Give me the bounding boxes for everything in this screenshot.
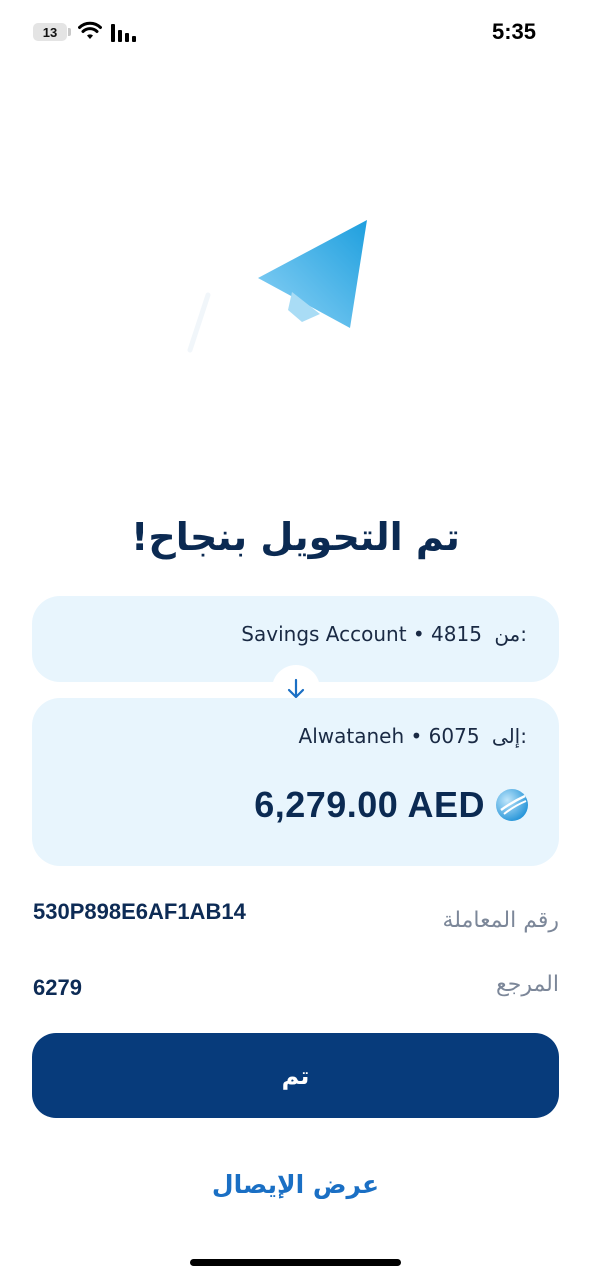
from-row: Savings Account • 4815 من: [241, 622, 527, 646]
from-label: من: [494, 622, 527, 646]
battery-level: 13 [42, 24, 58, 40]
done-button[interactable]: تم [32, 1033, 559, 1118]
signal-icon [111, 24, 136, 42]
clock: 5:35 [491, 19, 536, 44]
bank-logo-icon [496, 789, 528, 821]
to-account-card: Alwataneh • 6075 إلى: 6,279.00 AED [32, 698, 559, 866]
battery-icon: 13 [33, 23, 71, 41]
transaction-number-label: رقم المعاملة [442, 908, 560, 933]
to-account: Alwataneh • 6075 [298, 724, 480, 748]
from-account: Savings Account • 4815 [241, 622, 482, 646]
page-title: تم التحويل بنجاح! [131, 515, 460, 559]
transaction-number-value: 530P898E6AF1AB14 [33, 899, 246, 924]
home-indicator [190, 1259, 401, 1266]
view-receipt-link[interactable]: عرض الإيصال [0, 1170, 591, 1199]
reference-label: المرجع [496, 972, 559, 997]
status-bar: 13 5:35 [0, 0, 591, 66]
transfer-amount: 6,279.00 AED [254, 784, 485, 825]
wifi-icon [78, 21, 102, 39]
amount-row: 6,279.00 AED [254, 784, 529, 826]
to-row: Alwataneh • 6075 إلى: [299, 724, 527, 748]
paper-plane-icon [187, 220, 367, 353]
reference-value: 6279 [33, 975, 82, 1000]
to-label: إلى: [491, 724, 527, 748]
